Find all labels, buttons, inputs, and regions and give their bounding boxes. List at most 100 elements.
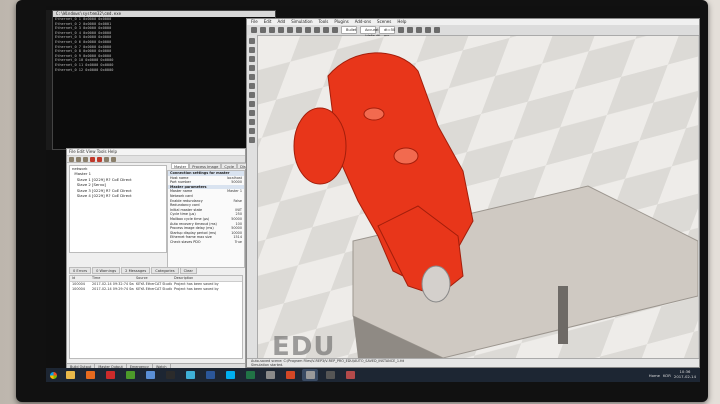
terminal-taskbar-button[interactable]: [162, 369, 178, 381]
menu-help[interactable]: Help: [397, 19, 406, 25]
calc-icon[interactable]: [249, 83, 255, 89]
realtime-icon[interactable]: [425, 27, 431, 33]
record-icon[interactable]: [97, 157, 102, 162]
dynamics-icon[interactable]: [249, 137, 255, 143]
file-explorer-taskbar-button[interactable]: [62, 369, 78, 381]
message-list[interactable]: Id Time Source Description 100004 2017-02-14…: [69, 275, 243, 359]
monitor-screen: C:\Windows\system32\cmd.exe Ethernet_0 1…: [46, 6, 700, 382]
vrep-taskbar-button[interactable]: [302, 369, 318, 381]
chip-taskbar-button[interactable]: [322, 369, 338, 381]
sim-side-toolbar: [247, 35, 258, 361]
save-icon[interactable]: [76, 157, 81, 162]
timestep-select[interactable]: dt=50 ms: [379, 26, 395, 38]
message-tab[interactable]: 0 Errors: [69, 267, 92, 274]
network-tree[interactable]: network Master 1 Slave 1 [0229] R? CoE D…: [69, 165, 167, 253]
tab-process-image[interactable]: Process Image: [189, 163, 222, 169]
menu-file[interactable]: File: [251, 19, 258, 25]
cut-icon[interactable]: [83, 157, 88, 162]
object-move-icon[interactable]: [305, 27, 311, 33]
firefox-taskbar-button[interactable]: [82, 369, 98, 381]
ik-icon[interactable]: [249, 128, 255, 134]
message-time: 2017-02-14 09:29:74 Sea: [92, 287, 134, 291]
pause-icon[interactable]: [407, 27, 413, 33]
property-tabs: MasterProcess ImageCycleDistributed Cloc…: [171, 163, 276, 169]
engine-select[interactable]: Bullet: [341, 26, 357, 34]
column-header[interactable]: Source: [134, 276, 172, 281]
vrep-icon: [305, 371, 315, 379]
ethercat-taskbar-button[interactable]: [182, 369, 198, 381]
model-browser-icon[interactable]: [249, 47, 255, 53]
menu-scenes[interactable]: Scenes: [377, 19, 391, 25]
column-header[interactable]: Time: [90, 276, 134, 281]
message-tab[interactable]: Clear: [179, 267, 197, 274]
config-icon[interactable]: [111, 157, 116, 162]
object-rotate-icon[interactable]: [314, 27, 320, 33]
start-button[interactable]: [46, 368, 60, 382]
script-icon[interactable]: [249, 92, 255, 98]
powerpoint-taskbar-button[interactable]: [282, 369, 298, 381]
windows-icon: [49, 371, 57, 379]
input-language[interactable]: KOR: [663, 373, 671, 378]
3d-viewport[interactable]: EDU: [258, 36, 698, 358]
column-header[interactable]: Id: [70, 276, 90, 281]
menu-add-ons[interactable]: Add-ons: [355, 19, 371, 25]
redo-icon[interactable]: [332, 27, 338, 33]
menu-add[interactable]: Add: [277, 19, 285, 25]
console-window[interactable]: C:\Windows\system32\cmd.exe Ethernet_0 1…: [52, 10, 276, 150]
studio-menubar[interactable]: File Edit View Tools Help: [67, 149, 245, 156]
accuracy-select[interactable]: Accurate (default): [360, 26, 381, 38]
eye-icon[interactable]: [434, 27, 440, 33]
vrep-simulation-window[interactable]: File Edit Add Simulation Tools Plugins Add-ons…: [246, 18, 700, 368]
edu-watermark: EDU: [272, 332, 336, 358]
tree-node[interactable]: Slave 4 [0229] R? CoE Direct: [70, 193, 166, 198]
tab-master[interactable]: Master: [171, 163, 190, 169]
object-select-icon[interactable]: [296, 27, 302, 33]
open-icon[interactable]: [69, 157, 74, 162]
scene-hierarchy-icon[interactable]: [249, 38, 255, 44]
word-taskbar-button[interactable]: [202, 369, 218, 381]
stop-icon[interactable]: [90, 157, 95, 162]
distance-icon[interactable]: [249, 110, 255, 116]
tray-label[interactable]: Home: [649, 373, 660, 378]
tab-cycle[interactable]: Cycle: [221, 163, 238, 169]
undo-icon[interactable]: [323, 27, 329, 33]
properties-icon[interactable]: [249, 74, 255, 80]
menu-edit[interactable]: Edit: [264, 19, 272, 25]
camera-rotate-icon[interactable]: [260, 27, 266, 33]
chrome-taskbar-button[interactable]: [122, 369, 138, 381]
ethercat-studio-window[interactable]: File Edit View Tools Help Master Process …: [66, 148, 276, 372]
path-icon[interactable]: [249, 119, 255, 125]
message-tab[interactable]: Categories: [151, 267, 179, 274]
media-player-taskbar-button[interactable]: [102, 369, 118, 381]
excel-taskbar-button[interactable]: [242, 369, 258, 381]
message-row[interactable]: 100004 2017-02-14 09:29:74 Sea KEYA EtherC…: [70, 287, 242, 292]
camera-zoom-icon[interactable]: [278, 27, 284, 33]
master-properties[interactable]: Connection settings for master Host name l…: [167, 170, 245, 268]
message-id: 100004: [72, 287, 85, 291]
fit-view-icon[interactable]: [287, 27, 293, 33]
menu-plugins[interactable]: Plugins: [334, 19, 348, 25]
message-tab[interactable]: 2 Messages: [121, 267, 151, 274]
file-explorer-icon: [65, 371, 75, 379]
play-icon[interactable]: [398, 27, 404, 33]
clock[interactable]: 10:36 2017-02-14: [674, 370, 696, 379]
message-tab[interactable]: 0 Warnings: [92, 267, 121, 274]
console-line: Ethernet_0 12 0x0000 0x0000: [55, 67, 114, 72]
camera-shift-icon[interactable]: [269, 27, 275, 33]
run-icon[interactable]: [104, 157, 109, 162]
menu-tools[interactable]: Tools: [319, 19, 329, 25]
property-value: 50000: [231, 180, 242, 185]
stop-sim-icon[interactable]: [416, 27, 422, 33]
network-taskbar-button[interactable]: [142, 369, 158, 381]
column-header[interactable]: Description: [172, 276, 242, 281]
selection-icon[interactable]: [249, 65, 255, 71]
property-row[interactable]: Check slaves PDO True: [168, 240, 244, 245]
layers-icon[interactable]: [249, 56, 255, 62]
camera-pan-icon[interactable]: [251, 27, 257, 33]
settings-taskbar-button[interactable]: [262, 369, 278, 381]
skype-taskbar-button[interactable]: [222, 369, 238, 381]
browser-taskbar-button[interactable]: [342, 369, 358, 381]
monitor-bezel: C:\Windows\system32\cmd.exe Ethernet_0 1…: [16, 0, 708, 402]
collision-icon[interactable]: [249, 101, 255, 107]
menu-simulation[interactable]: Simulation: [291, 19, 312, 25]
